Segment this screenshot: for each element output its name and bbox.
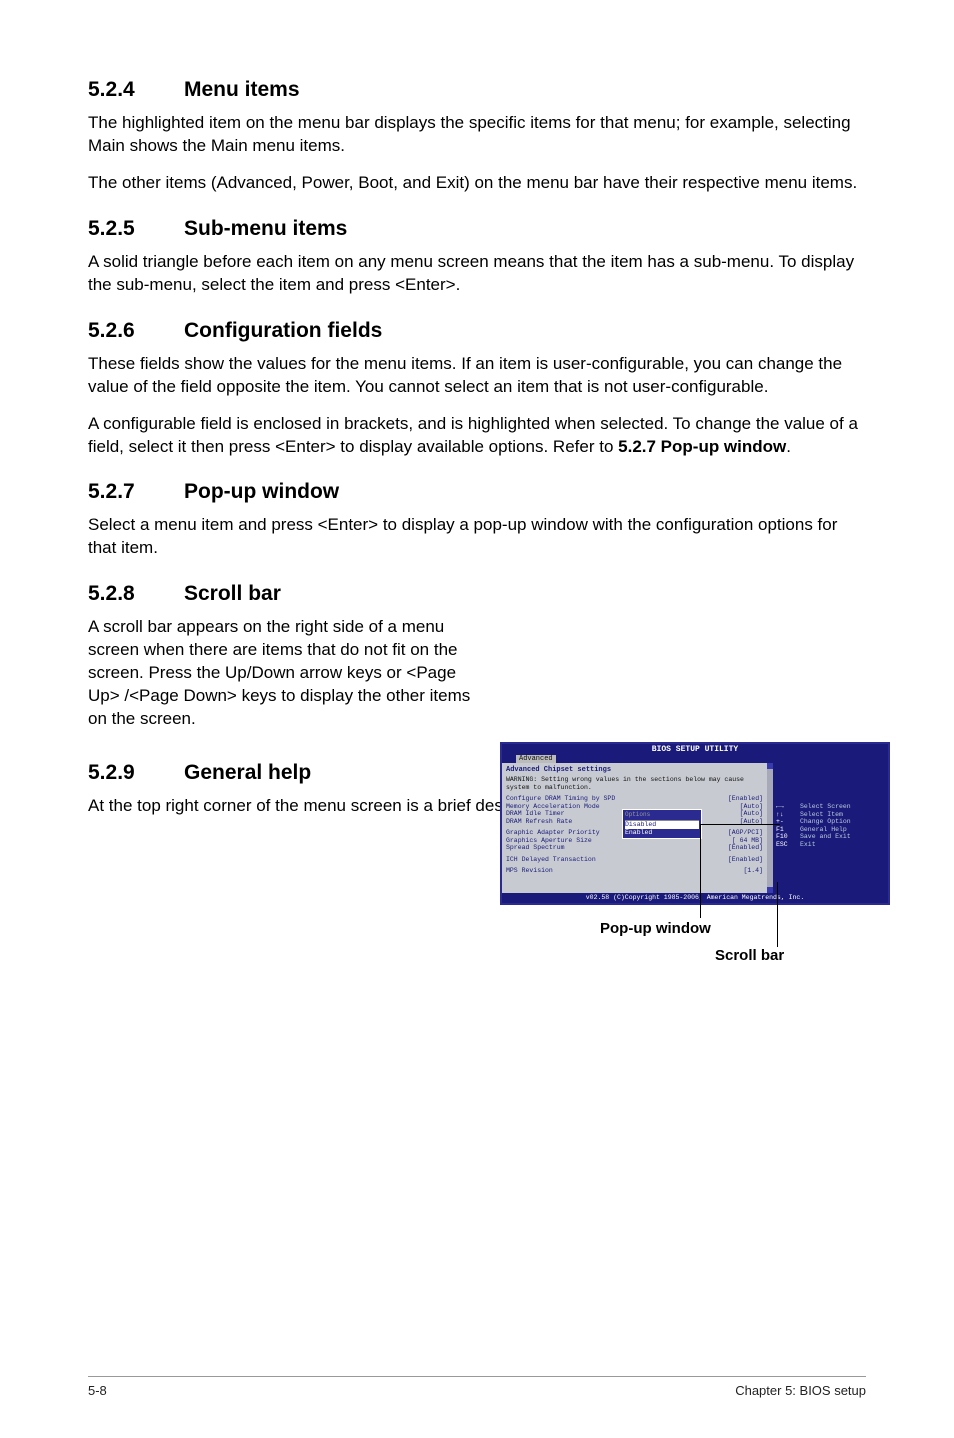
heading-number: 5.2.4 [88, 78, 184, 102]
bios-copyright: v02.58 (C)Copyright 1985-2006, American … [502, 893, 888, 902]
popup-header: Options [625, 812, 699, 821]
heading-number: 5.2.9 [88, 761, 184, 785]
bios-setting-row: MPS Revision[1.4] [506, 867, 763, 874]
text: . [786, 437, 791, 456]
help-row: F10Save and Exit [776, 833, 885, 840]
bios-warning: WARNING: Setting wrong values in the sec… [506, 776, 763, 791]
heading-5-2-8: 5.2.8Scroll bar [88, 582, 866, 606]
bios-panel: Advanced Chipset settings WARNING: Setti… [502, 763, 767, 893]
heading-5-2-5: 5.2.5Sub-menu items [88, 217, 866, 241]
paragraph: These fields show the values for the men… [88, 353, 866, 399]
heading-title: Menu items [184, 78, 300, 101]
heading-title: Scroll bar [184, 582, 281, 605]
bios-setting-row: Spread Spectrum[Enabled] [506, 844, 763, 851]
bios-scrollbar [767, 763, 773, 893]
popup-option: Disabled [625, 821, 699, 828]
callout-popup-window: Pop-up window [600, 920, 711, 937]
paragraph: A configurable field is enclosed in brac… [88, 413, 866, 459]
paragraph: The other items (Advanced, Power, Boot, … [88, 172, 866, 195]
popup-option: Enabled [625, 829, 699, 836]
chapter-label: Chapter 5: BIOS setup [735, 1383, 866, 1398]
heading-title: General help [184, 761, 311, 784]
page-footer: 5-8 Chapter 5: BIOS setup [88, 1376, 866, 1398]
help-row: F1General Help [776, 826, 885, 833]
heading-5-2-4: 5.2.4Menu items [88, 78, 866, 102]
bios-popup: Options Disabled Enabled [622, 809, 702, 839]
paragraph: A solid triangle before each item on any… [88, 251, 866, 297]
heading-5-2-6: 5.2.6Configuration fields [88, 319, 866, 343]
help-row: +-Change Option [776, 818, 885, 825]
help-row: ESCExit [776, 841, 885, 848]
page-number: 5-8 [88, 1383, 107, 1398]
heading-5-2-7: 5.2.7Pop-up window [88, 480, 866, 504]
scroll-arrow-down-icon [767, 887, 773, 893]
bios-subtitle: Advanced Chipset settings [506, 766, 763, 774]
bios-tab-advanced: Advanced [516, 755, 556, 763]
xref-popup-window: 5.2.7 Pop-up window [618, 437, 786, 456]
heading-number: 5.2.6 [88, 319, 184, 343]
paragraph: The highlighted item on the menu bar dis… [88, 112, 866, 158]
heading-number: 5.2.5 [88, 217, 184, 241]
bios-window: BIOS SETUP UTILITY Advanced Advanced Chi… [500, 742, 890, 905]
bios-setting-row: ICH Delayed Transaction[Enabled] [506, 856, 763, 863]
help-row: ↑↓Select Item [776, 811, 885, 818]
heading-title: Pop-up window [184, 480, 339, 503]
bios-figure: BIOS SETUP UTILITY Advanced Advanced Chi… [500, 742, 890, 905]
callout-line [700, 824, 780, 825]
scroll-arrow-up-icon [767, 763, 773, 769]
bios-help-panel: ←→Select Screen ↑↓Select Item +-Change O… [773, 763, 888, 893]
callout-line [777, 882, 778, 947]
bios-window-title: BIOS SETUP UTILITY [502, 744, 888, 755]
callout-line [700, 824, 701, 918]
heading-number: 5.2.7 [88, 480, 184, 504]
heading-title: Sub-menu items [184, 217, 347, 240]
help-row: ←→Select Screen [776, 803, 885, 810]
heading-number: 5.2.8 [88, 582, 184, 606]
callout-scroll-bar: Scroll bar [715, 947, 784, 964]
paragraph: Select a menu item and press <Enter> to … [88, 514, 866, 560]
heading-title: Configuration fields [184, 319, 382, 342]
bios-setting-row: Configure DRAM Timing by SPD[Enabled] [506, 795, 763, 802]
paragraph: A scroll bar appears on the right side o… [88, 616, 492, 731]
